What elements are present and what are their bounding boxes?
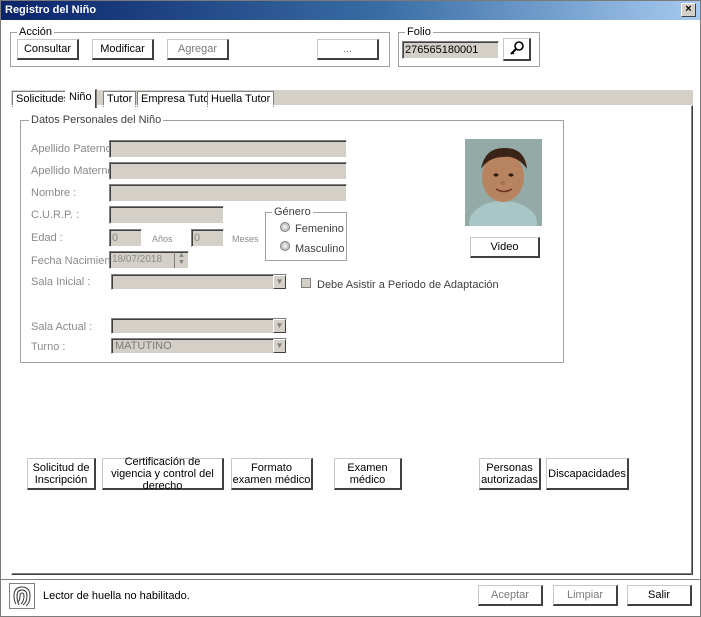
masculino-radio[interactable] [280,241,290,251]
edad-meses-field[interactable]: 0 [191,229,224,247]
meses-label: Meses [232,234,259,244]
femenino-label: Femenino [295,223,344,235]
consultar-button[interactable]: Consultar [17,39,79,60]
examen-medico-button[interactable]: Examen médico [334,458,402,490]
edad-label: Edad : [31,232,63,244]
chevron-down-icon: ▼ [273,339,286,353]
date-spinner-icon[interactable]: ▲ ▼ [174,252,188,268]
folio-search-button[interactable] [503,38,531,61]
adaptacion-label: Debe Asistir a Periodo de Adaptación [317,279,499,291]
nombre-field[interactable] [109,184,347,202]
chevron-down-icon: ▼ [273,319,286,333]
key-search-icon [509,40,525,59]
nombre-label: Nombre : [31,187,77,199]
limpiar-button[interactable]: Limpiar [553,585,618,606]
fecha-nacimiento-field[interactable]: 18/07/2018 ▲ ▼ [109,251,189,269]
sala-actual-select[interactable]: ▼ [111,318,287,334]
child-photo [465,139,542,226]
apellido-materno-field[interactable] [109,162,347,180]
title-bar: Registro del Niño × [1,1,700,20]
tab-nino[interactable]: Niño [65,89,96,108]
apellido-paterno-label: Apellido Paterno : [31,143,118,155]
turno-value: MATUTINO [115,340,172,352]
window-title: Registro del Niño [5,4,97,16]
solicitud-inscripcion-button[interactable]: Solicitud de Inscripción [27,458,96,490]
accion-legend: Acción [17,26,55,38]
status-text: Lector de huella no habilitado. [43,590,190,602]
close-icon: × [685,3,692,15]
folio-field[interactable]: 276565180001 [402,41,499,59]
datos-legend: Datos Personales del Niño [29,114,164,126]
ellipsis-button[interactable]: ... [317,39,379,60]
agregar-button[interactable]: Agregar [167,39,229,60]
apellido-materno-label: Apellido Materno : [31,165,120,177]
formato-examen-button[interactable]: Formato examen médico [231,458,313,490]
femenino-radio[interactable] [280,222,290,232]
turno-select[interactable]: MATUTINO ▼ [111,338,287,354]
modificar-button[interactable]: Modificar [92,39,154,60]
sala-inicial-select[interactable]: ▼ [111,274,287,290]
video-button[interactable]: Video [470,237,540,258]
turno-label: Turno : [31,341,66,353]
fecha-nacimiento-value: 18/07/2018 [112,254,163,265]
curp-label: C.U.R.P. : [31,209,80,221]
masculino-label: Masculino [295,243,345,255]
anos-label: Años [152,234,173,244]
sala-inicial-label: Sala Inicial : [31,276,91,288]
personas-autorizadas-button[interactable]: Personas autorizadas [479,458,541,490]
genero-legend: Género [272,206,313,218]
discapacidades-button[interactable]: Discapacidades [546,458,629,490]
chevron-down-icon: ▼ [273,275,286,289]
footer-divider [1,579,700,580]
window: Registro del Niño × Acción Consultar Mod… [0,0,701,617]
close-button[interactable]: × [681,3,696,17]
edad-anos-field[interactable]: 0 [109,229,142,247]
curp-field[interactable] [109,206,224,224]
salir-button[interactable]: Salir [627,585,692,606]
fingerprint-icon [9,583,35,609]
apellido-paterno-field[interactable] [109,140,347,158]
adaptacion-checkbox[interactable] [301,278,311,288]
certificacion-vigencia-button[interactable]: Certificación de vigencia y control del … [102,456,224,492]
aceptar-button[interactable]: Aceptar [478,585,543,606]
folio-legend: Folio [405,26,433,38]
sala-actual-label: Sala Actual : [31,321,93,333]
